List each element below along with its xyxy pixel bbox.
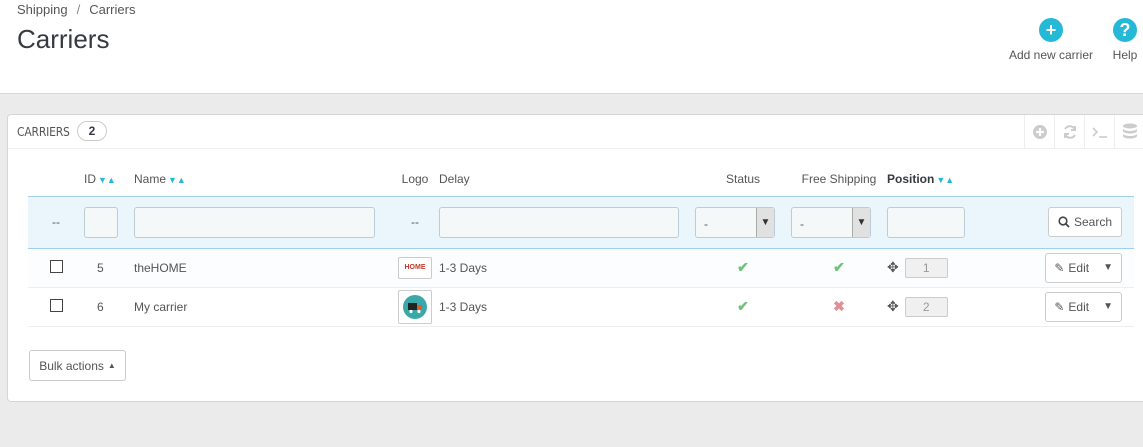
- pencil-icon: ✎: [1054, 299, 1065, 314]
- add-new-carrier-label: Add new carrier: [1008, 48, 1094, 62]
- chevron-down-icon: ▼: [852, 207, 870, 237]
- row-delay: 1-3 Days: [439, 248, 695, 288]
- filter-name-input[interactable]: [134, 206, 375, 238]
- edit-label: Edit: [1068, 299, 1090, 314]
- sort-id-icon[interactable]: ▼▲: [98, 175, 116, 185]
- header-free-shipping: Free Shipping: [801, 171, 877, 186]
- caret-down-icon[interactable]: ▼: [1097, 293, 1121, 321]
- row-name: My carrier: [134, 287, 391, 327]
- page-header: Shipping / Carriers Carriers + Add new car…: [0, 0, 1143, 94]
- add-new-icon[interactable]: [1024, 115, 1054, 149]
- row-delay: 1-3 Days: [439, 287, 695, 327]
- search-button[interactable]: Search: [1047, 207, 1122, 237]
- bulk-actions-button[interactable]: Bulk actions ▲: [29, 350, 126, 381]
- header-id-label: ID: [84, 171, 96, 186]
- breadcrumb-current: Carriers: [89, 2, 136, 17]
- row-checkbox[interactable]: [49, 259, 63, 273]
- filter-free-shipping-value: -: [800, 216, 804, 231]
- question-circle-icon: ?: [1113, 18, 1137, 42]
- delivery-truck-icon: [403, 294, 427, 319]
- add-new-carrier-button[interactable]: + Add new carrier: [1004, 18, 1098, 62]
- page-title: Carriers: [17, 24, 110, 54]
- pencil-icon: ✎: [1054, 260, 1065, 275]
- header-checkbox: [28, 162, 84, 196]
- free-shipping-check-icon[interactable]: ✔: [833, 259, 845, 275]
- carriers-table: ID ▼▲ Name ▼▲ Logo Delay Status Free Shipp…: [28, 162, 1134, 327]
- header-position-label: Position: [887, 171, 935, 186]
- carrier-logo: [398, 289, 432, 324]
- position-value: 2: [904, 296, 948, 317]
- filter-checkbox-dash: --: [28, 195, 84, 249]
- search-button-label: Search: [1073, 215, 1112, 229]
- plus-circle-icon: +: [1039, 18, 1063, 42]
- row-action-group: ✎ Edit ▼: [1045, 291, 1122, 322]
- sort-name-icon[interactable]: ▼▲: [168, 175, 186, 185]
- header-delay: Delay: [439, 171, 470, 186]
- header-position: Position ▼▲: [887, 162, 983, 196]
- filter-delay-input[interactable]: [439, 206, 679, 238]
- table-row[interactable]: 6 My carrier 1-3 Days ✔ ✖ ✥ 2 ✎ Edit ▼: [28, 287, 1134, 327]
- caret-up-icon: ▲: [107, 361, 116, 370]
- table-row[interactable]: 5 theHOME HOME 1-3 Days ✔ ✔ ✥ 1 ✎ Edit ▼: [28, 248, 1134, 288]
- panel-heading: CARRIERS 2: [8, 115, 1143, 149]
- status-enabled-check-icon[interactable]: ✔: [737, 298, 749, 314]
- header-actions: [983, 162, 1134, 196]
- row-checkbox[interactable]: [49, 298, 63, 312]
- carrier-logo-text: HOME: [404, 264, 426, 271]
- carriers-panel: CARRIERS 2 ID ▼▲ Name ▼▲ Logo Delay Stat…: [7, 114, 1143, 402]
- filter-position-input[interactable]: [887, 206, 965, 238]
- breadcrumb-parent[interactable]: Shipping: [17, 2, 68, 17]
- drag-handle-icon[interactable]: ✥: [887, 259, 899, 276]
- edit-button[interactable]: ✎ Edit: [1046, 293, 1097, 321]
- edit-label: Edit: [1068, 260, 1090, 275]
- header-id: ID ▼▲: [84, 162, 134, 196]
- panel-heading-actions: [1024, 115, 1143, 149]
- filter-free-shipping-select[interactable]: - ▼: [791, 206, 871, 238]
- header-logo: Logo: [401, 171, 429, 186]
- help-button[interactable]: ? Help: [1106, 18, 1143, 62]
- row-name: theHOME: [134, 248, 391, 288]
- sql-query-icon[interactable]: [1084, 115, 1114, 149]
- drag-handle-icon[interactable]: ✥: [887, 298, 899, 315]
- bulk-actions-label: Bulk actions: [39, 358, 104, 373]
- breadcrumb-separator: /: [76, 2, 81, 17]
- free-shipping-cross-icon[interactable]: ✖: [833, 298, 845, 314]
- row-action-group: ✎ Edit ▼: [1045, 252, 1122, 283]
- filter-logo-dash: --: [391, 195, 439, 249]
- help-label: Help: [1112, 48, 1138, 62]
- carrier-logo: HOME: [398, 256, 432, 279]
- panel-title: CARRIERS: [17, 125, 70, 139]
- filter-status-value: -: [704, 216, 708, 231]
- filter-row: -- -- - ▼ - ▼ Search: [28, 195, 1134, 249]
- chevron-down-icon: ▼: [756, 207, 774, 237]
- edit-button[interactable]: ✎ Edit: [1046, 254, 1097, 282]
- filter-status-select[interactable]: - ▼: [695, 206, 775, 238]
- search-icon: [1058, 216, 1070, 228]
- status-enabled-check-icon[interactable]: ✔: [737, 259, 749, 275]
- database-export-icon[interactable]: [1114, 115, 1143, 149]
- refresh-icon[interactable]: [1054, 115, 1084, 149]
- row-id: 5: [84, 248, 134, 288]
- row-id: 6: [84, 287, 134, 327]
- filter-id-input[interactable]: [84, 206, 118, 238]
- breadcrumb: Shipping / Carriers: [17, 2, 135, 17]
- header-name: Name ▼▲: [134, 162, 391, 196]
- header-name-label: Name: [134, 171, 167, 186]
- caret-down-icon[interactable]: ▼: [1097, 254, 1121, 282]
- table-header-row: ID ▼▲ Name ▼▲ Logo Delay Status Free Shipp…: [28, 162, 1134, 196]
- position-value: 1: [904, 257, 948, 278]
- header-status: Status: [725, 171, 761, 186]
- carrier-count-badge: 2: [77, 121, 107, 141]
- sort-position-icon[interactable]: ▼▲: [936, 175, 954, 185]
